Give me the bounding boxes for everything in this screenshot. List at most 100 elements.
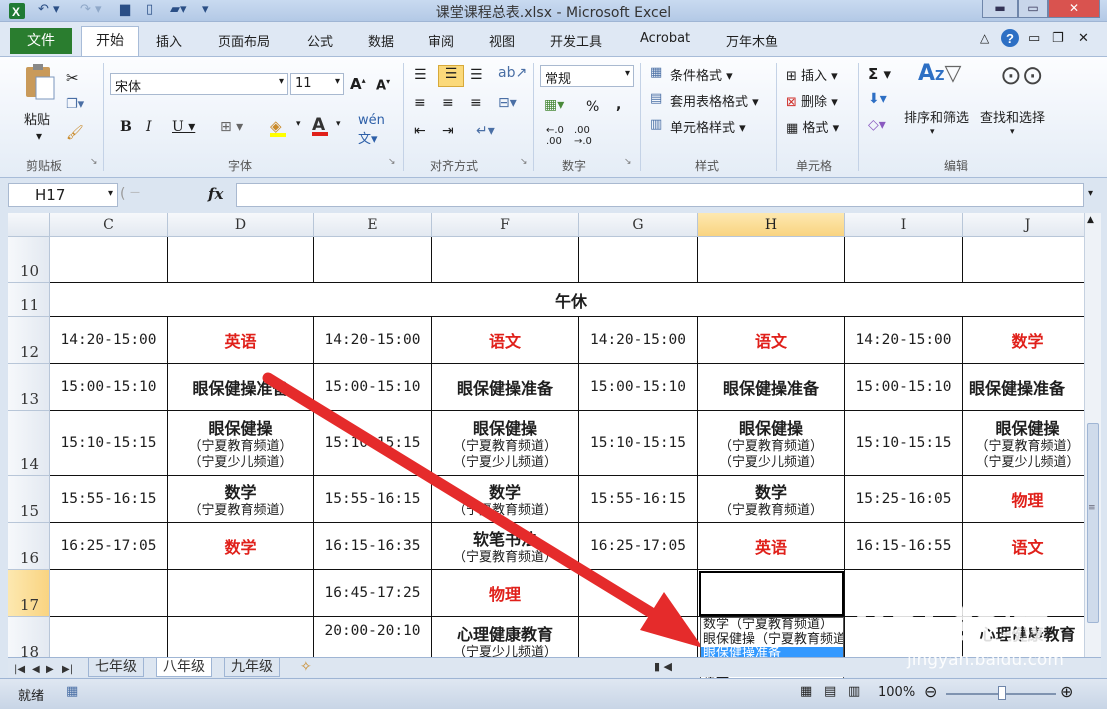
- merge-center-icon[interactable]: ⊟▾: [498, 95, 517, 111]
- cell-h13[interactable]: 眼保健操准备: [698, 364, 845, 411]
- vertical-scrollbar[interactable]: ▲ ≡: [1084, 213, 1101, 657]
- row-header-16[interactable]: 16: [8, 523, 50, 570]
- sort-filter-dropdown-icon[interactable]: ▾: [930, 127, 935, 137]
- cell-f13[interactable]: 眼保健操准备: [432, 364, 579, 411]
- sheet-tab-grade7[interactable]: 七年级: [88, 658, 144, 677]
- font-launcher-icon[interactable]: ↘: [388, 157, 396, 167]
- cell-h14[interactable]: 眼保健操 （宁夏教育频道） （宁夏少儿频道）: [698, 411, 845, 476]
- fill-icon[interactable]: ⬇▾: [868, 91, 887, 107]
- close-button[interactable]: ✕: [1048, 0, 1100, 18]
- delete-cells-button[interactable]: ⊠ 删除 ▾: [786, 91, 838, 110]
- bold-icon[interactable]: B: [120, 119, 132, 135]
- format-as-table-button[interactable]: 套用表格格式 ▾: [670, 91, 759, 110]
- autosum-icon[interactable]: Σ ▾: [868, 65, 891, 83]
- column-header-e[interactable]: E: [314, 213, 432, 237]
- zoom-level[interactable]: 100%: [878, 685, 915, 700]
- sheet-tab-grade8-active[interactable]: 八年级: [156, 658, 212, 677]
- sort-filter-icon[interactable]: AZ▽: [918, 61, 961, 86]
- insert-cells-button[interactable]: ⊞ 插入 ▾: [786, 65, 838, 84]
- row-header-10[interactable]: 10: [8, 237, 50, 283]
- workbook-restore-icon[interactable]: ❐: [1052, 31, 1064, 46]
- number-launcher-icon[interactable]: ↘: [624, 157, 632, 167]
- cell-g15[interactable]: 15:55-16:15: [579, 476, 698, 523]
- formula-expand-button[interactable]: ▾: [1088, 188, 1093, 199]
- cell-i13[interactable]: 15:00-15:10: [845, 364, 963, 411]
- zoom-out-icon[interactable]: ⊖: [924, 682, 937, 701]
- cell-c13[interactable]: 15:00-15:10: [50, 364, 168, 411]
- column-header-g[interactable]: G: [579, 213, 698, 237]
- tab-insert[interactable]: 插入: [156, 31, 182, 50]
- column-header-j[interactable]: J: [963, 213, 1084, 237]
- border-icon[interactable]: ⊞ ▾: [220, 119, 243, 135]
- workbook-close-icon[interactable]: ✕: [1078, 31, 1089, 46]
- align-right-icon[interactable]: ≡: [470, 95, 482, 111]
- clear-icon[interactable]: ◇▾: [868, 117, 886, 133]
- tab-wannian[interactable]: 万年木鱼: [726, 31, 778, 50]
- cell-h10[interactable]: [698, 237, 845, 283]
- row-header-18[interactable]: 18: [8, 617, 50, 657]
- font-name-dropdown[interactable]: 宋体 ▾: [110, 73, 288, 95]
- cell-c10[interactable]: [50, 237, 168, 283]
- cell-e14[interactable]: 15:10-15:15: [314, 411, 432, 476]
- dropdown-option-0[interactable]: 数学（宁夏教育频道）: [701, 618, 843, 633]
- row-header-14[interactable]: 14: [8, 411, 50, 476]
- scroll-thumb[interactable]: [1087, 423, 1099, 623]
- cell-f16[interactable]: 软笔书法 （宁夏教育频道）: [432, 523, 579, 570]
- tab-formulas[interactable]: 公式: [307, 31, 333, 50]
- align-middle-icon[interactable]: ☰: [438, 65, 464, 87]
- cell-d14[interactable]: 眼保健操 （宁夏教育频道） （宁夏少儿频道）: [168, 411, 314, 476]
- cell-g14[interactable]: 15:10-15:15: [579, 411, 698, 476]
- cell-j13[interactable]: 眼保健操准备: [963, 364, 1084, 411]
- decrease-decimal-icon[interactable]: .00 →.0: [574, 125, 592, 147]
- percent-icon[interactable]: %: [586, 99, 599, 115]
- wrap-text-icon[interactable]: ↵▾: [476, 123, 495, 139]
- fill-color-dropdown-icon[interactable]: ▾: [296, 119, 301, 129]
- zoom-in-icon[interactable]: ⊕: [1060, 682, 1073, 701]
- cell-d18[interactable]: [168, 617, 314, 657]
- tab-file[interactable]: 文件: [10, 28, 72, 54]
- cell-f14[interactable]: 眼保健操 （宁夏教育频道） （宁夏少儿频道）: [432, 411, 579, 476]
- cell-f12[interactable]: 语文: [432, 317, 579, 364]
- cell-f17[interactable]: 物理: [432, 570, 579, 617]
- find-select-dropdown-icon[interactable]: ▾: [1010, 127, 1015, 137]
- cell-c14[interactable]: 15:10-15:15: [50, 411, 168, 476]
- cell-j15[interactable]: 物理: [963, 476, 1084, 523]
- row-header-17[interactable]: 17: [8, 570, 50, 617]
- align-center-icon[interactable]: ≡: [442, 95, 454, 111]
- cell-i12[interactable]: 14:20-15:00: [845, 317, 963, 364]
- cell-g17[interactable]: [579, 570, 698, 617]
- cell-d15[interactable]: 数学 （宁夏教育频道）: [168, 476, 314, 523]
- minimize-button[interactable]: ▬: [982, 0, 1018, 18]
- align-bottom-icon[interactable]: ☰: [470, 67, 483, 83]
- insert-function-icon[interactable]: fx: [208, 185, 223, 203]
- tab-developer[interactable]: 开发工具: [550, 31, 602, 50]
- increase-decimal-icon[interactable]: ←.0.00: [546, 125, 564, 147]
- row-header-12[interactable]: 12: [8, 317, 50, 364]
- cell-i16[interactable]: 16:15-16:55: [845, 523, 963, 570]
- formula-input[interactable]: [236, 183, 1084, 207]
- grow-font-icon[interactable]: A▴: [350, 75, 366, 93]
- cell-j16[interactable]: 语文: [963, 523, 1084, 570]
- tab-acrobat[interactable]: Acrobat: [640, 31, 690, 46]
- cell-d10[interactable]: [168, 237, 314, 283]
- scroll-up-icon[interactable]: ▲: [1087, 215, 1094, 225]
- format-painter-icon[interactable]: 🖌: [66, 125, 84, 141]
- cell-e18[interactable]: 20:00-20:10: [314, 617, 432, 657]
- select-all-corner[interactable]: [8, 213, 50, 237]
- accounting-format-icon[interactable]: ▦▾: [544, 97, 564, 113]
- sort-filter-button[interactable]: 排序和筛选: [904, 107, 969, 126]
- increase-indent-icon[interactable]: ⇥: [442, 123, 454, 139]
- workbook-minimize-icon[interactable]: ▭: [1028, 31, 1040, 46]
- tab-page-layout[interactable]: 页面布局: [218, 31, 270, 50]
- cell-g16[interactable]: 16:25-17:05: [579, 523, 698, 570]
- cell-e17[interactable]: 16:45-17:25: [314, 570, 432, 617]
- cell-e12[interactable]: 14:20-15:00: [314, 317, 432, 364]
- cell-styles-icon[interactable]: ▥: [650, 117, 662, 132]
- cell-g10[interactable]: [579, 237, 698, 283]
- column-header-d[interactable]: D: [168, 213, 314, 237]
- comma-icon[interactable]: ,: [616, 97, 621, 113]
- tab-view[interactable]: 视图: [489, 31, 515, 50]
- cell-e10[interactable]: [314, 237, 432, 283]
- cell-i10[interactable]: [845, 237, 963, 283]
- row-header-13[interactable]: 13: [8, 364, 50, 411]
